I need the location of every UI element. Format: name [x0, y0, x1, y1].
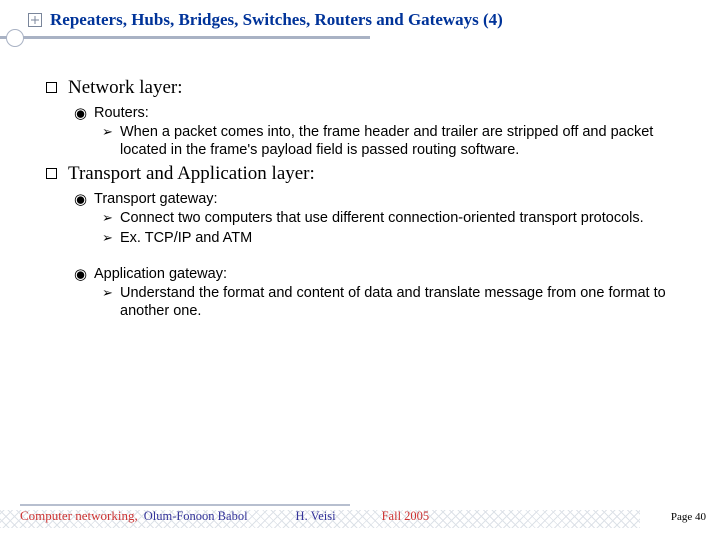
square-bullet-icon	[46, 82, 57, 93]
subsection-label: Application gateway:	[94, 266, 227, 282]
footer-course: Computer networking,	[20, 508, 138, 524]
point-text: Understand the format and content of dat…	[120, 285, 666, 319]
bullet-point: ➢ Connect two computers that use differe…	[102, 209, 686, 227]
footer-term: Fall 2005	[382, 509, 430, 524]
section-heading: Network layer:	[46, 77, 686, 99]
footer-institution: Olum-Fonoon Babol	[144, 509, 248, 524]
footer-line	[20, 504, 350, 506]
slide: Repeaters, Hubs, Bridges, Switches, Rout…	[0, 0, 720, 540]
heading-text: Transport and Application layer:	[68, 163, 315, 184]
title-row: Repeaters, Hubs, Bridges, Switches, Rout…	[28, 10, 692, 30]
subsection-label: Routers:	[94, 105, 149, 121]
title-underline	[0, 36, 370, 39]
point-text: Ex. TCP/IP and ATM	[120, 230, 252, 246]
slide-content: Network layer: ◉ Routers: ➢ When a packe…	[28, 39, 692, 320]
footer-row: Computer networking, Olum-Fonoon Babol H…	[20, 508, 706, 524]
target-bullet-icon: ◉	[74, 192, 87, 207]
bullet-point: ➢ Ex. TCP/IP and ATM	[102, 229, 686, 247]
target-bullet-icon: ◉	[74, 106, 87, 121]
bullet-point: ➢ Understand the format and content of d…	[102, 284, 686, 320]
footer-page: Page 40	[671, 511, 706, 523]
arrow-bullet-icon: ➢	[102, 211, 113, 224]
point-text: Connect two computers that use different…	[120, 210, 644, 226]
subsection: ◉ Transport gateway:	[74, 191, 686, 207]
square-bullet-icon	[46, 168, 57, 179]
title-bullet-icon	[28, 13, 42, 27]
arrow-bullet-icon: ➢	[102, 125, 113, 138]
slide-title: Repeaters, Hubs, Bridges, Switches, Rout…	[50, 10, 503, 30]
heading-text: Network layer:	[68, 77, 182, 98]
arrow-bullet-icon: ➢	[102, 286, 113, 299]
subsection: ◉ Application gateway:	[74, 266, 686, 282]
slide-footer: Computer networking, Olum-Fonoon Babol H…	[0, 506, 720, 534]
section-heading: Transport and Application layer:	[46, 163, 686, 185]
footer-author: H. Veisi	[296, 509, 336, 524]
arrow-bullet-icon: ➢	[102, 231, 113, 244]
point-text: When a packet comes into, the frame head…	[120, 124, 653, 158]
subsection: ◉ Routers:	[74, 105, 686, 121]
bullet-point: ➢ When a packet comes into, the frame he…	[102, 123, 686, 159]
subsection-label: Transport gateway:	[94, 191, 218, 207]
target-bullet-icon: ◉	[74, 267, 87, 282]
